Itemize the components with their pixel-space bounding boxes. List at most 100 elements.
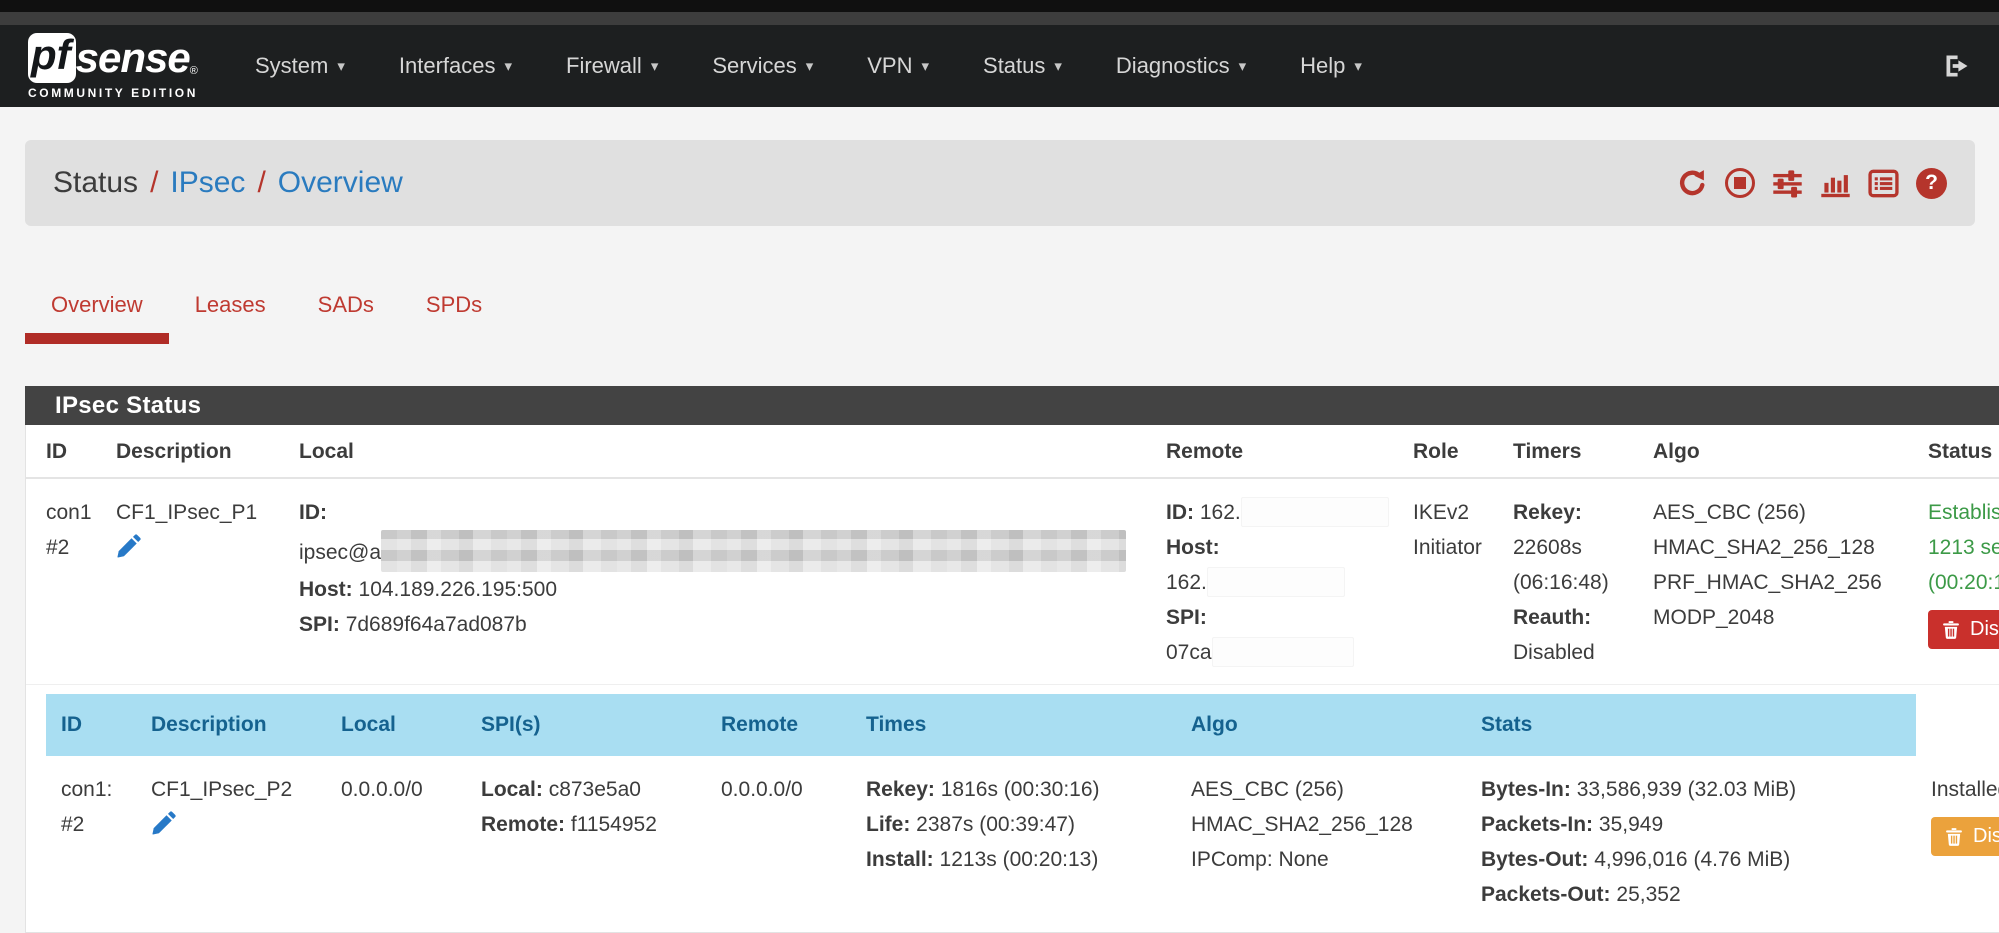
trash-icon: [1941, 619, 1961, 640]
nav-item-firewall[interactable]: Firewall ▾: [539, 53, 685, 79]
local-network: 0.0.0.0/0: [341, 772, 466, 807]
tab-overview[interactable]: Overview: [25, 278, 169, 344]
col-header-timers: Timers: [1493, 425, 1633, 478]
edit-pencil-icon[interactable]: [151, 811, 176, 847]
local-host-label: Host:: [299, 578, 353, 601]
bytes-out-label: Bytes-Out:: [1481, 848, 1588, 871]
sliders-icon[interactable]: [1772, 168, 1803, 199]
nav-item-help[interactable]: Help ▾: [1273, 53, 1389, 79]
ike-sa-table: ID Description Local Remote Role Timers …: [26, 425, 1999, 685]
ike-table-header-row: ID Description Local Remote Role Timers …: [26, 425, 1999, 478]
edit-pencil-icon[interactable]: [116, 534, 141, 570]
cell-local: ID: ipsec@a Host: 104.189.226.195:500 SP…: [279, 478, 1146, 685]
bytes-in-value: 33,586,939 (32.03 MiB): [1577, 778, 1796, 801]
col-header-times: Times: [851, 694, 1176, 756]
top-black-strip: [0, 0, 1999, 12]
nav-item-system[interactable]: System ▾: [228, 53, 372, 79]
logo-edition: COMMUNITY EDITION: [28, 86, 198, 100]
col-header-role: Role: [1393, 425, 1493, 478]
tab-sads[interactable]: SADs: [292, 278, 400, 344]
pfsense-logo[interactable]: pf sense ® COMMUNITY EDITION: [28, 33, 198, 100]
disconnect-label: Disconnect: [1973, 825, 1999, 848]
ike-sa-row: con1 #2 CF1_IPsec_P1 ID: ipsec@a Host: 1…: [26, 478, 1999, 685]
stop-icon[interactable]: [1725, 168, 1755, 198]
rekey-value: 1816s (00:30:16): [941, 778, 1100, 801]
cell-algo: AES_CBC (256) HMAC_SHA2_256_128 IPComp: …: [1176, 756, 1466, 928]
caret-down-icon: ▾: [1239, 57, 1247, 75]
cell-description: CF1_IPsec_P1: [96, 478, 279, 685]
algo-ipcomp: IPComp: None: [1191, 842, 1466, 877]
reauth-value: Disabled: [1513, 635, 1633, 670]
caret-down-icon: ▾: [651, 57, 659, 75]
cell-description: CF1_IPsec_P2: [136, 756, 326, 928]
algo-encryption: AES_CBC (256): [1653, 495, 1908, 530]
caret-down-icon: ▾: [504, 57, 512, 75]
install-label: Install:: [866, 848, 934, 871]
panel-title: IPsec Status: [25, 386, 1999, 425]
refresh-icon[interactable]: [1677, 168, 1708, 199]
nav-item-interfaces[interactable]: Interfaces ▾: [372, 53, 539, 79]
logo-pf: pf: [28, 33, 76, 83]
bytes-in-label: Bytes-In:: [1481, 778, 1571, 801]
sign-out-icon[interactable]: [1943, 52, 1971, 80]
local-id-value: ipsec@a: [299, 541, 381, 564]
rekey-value: 22608s: [1513, 530, 1633, 565]
logo-registered-mark: ®: [190, 65, 198, 77]
nav-item-status[interactable]: Status ▾: [956, 53, 1089, 79]
algo-encryption: AES_CBC (256): [1191, 772, 1466, 807]
description-text: CF1_IPsec_P1: [116, 495, 279, 530]
tab-leases[interactable]: Leases: [169, 278, 292, 344]
cell-stats: Bytes-In: 33,586,939 (32.03 MiB) Packets…: [1466, 756, 1916, 928]
remote-spi-label: SPI:: [1166, 606, 1207, 629]
col-header-spis: SPI(s): [466, 694, 706, 756]
tab-spds[interactable]: SPDs: [400, 278, 508, 344]
trash-icon: [1944, 826, 1964, 847]
status-established: Established: [1928, 495, 1999, 530]
nav-label: Status: [983, 53, 1045, 79]
help-icon[interactable]: ?: [1916, 168, 1947, 199]
local-spi-label: SPI:: [299, 613, 340, 636]
disconnect-button[interactable]: Disconnect: [1931, 817, 1999, 856]
logo-sense: sense: [76, 34, 190, 82]
cell-times: Rekey: 1816s (00:30:16) Life: 2387s (00:…: [851, 756, 1176, 928]
status-time: (00:20:13): [1928, 565, 1999, 600]
remote-host-label: Host:: [1166, 536, 1220, 559]
connection-number: #2: [46, 530, 96, 565]
cell-id: con1 #2: [26, 478, 96, 685]
algo-dh-group: MODP_2048: [1653, 600, 1908, 635]
remote-network: 0.0.0.0/0: [721, 772, 851, 807]
breadcrumb-separator: /: [138, 166, 170, 200]
breadcrumb-actions: ?: [1677, 168, 1947, 199]
nav-label: Firewall: [566, 53, 642, 79]
breadcrumb-link-ipsec[interactable]: IPsec: [170, 166, 245, 200]
spi-local-value: c873e5a0: [549, 778, 641, 801]
redacted-white-block: [1212, 637, 1354, 667]
packets-out-label: Packets-Out:: [1481, 883, 1611, 906]
caret-down-icon: ▾: [1054, 57, 1062, 75]
nav-item-diagnostics[interactable]: Diagnostics ▾: [1089, 53, 1273, 79]
nav-item-vpn[interactable]: VPN ▾: [840, 53, 956, 79]
bytes-out-value: 4,996,016 (4.76 MiB): [1594, 848, 1790, 871]
col-header-description: Description: [96, 425, 279, 478]
cell-id: con1: #2: [46, 756, 136, 928]
top-gray-strip: [0, 12, 1999, 25]
algo-integrity: HMAC_SHA2_256_128: [1653, 530, 1908, 565]
cell-timers: Rekey: 22608s (06:16:48) Reauth: Disable…: [1493, 478, 1633, 685]
connection-number: #2: [61, 807, 136, 842]
install-value: 1213s (00:20:13): [940, 848, 1099, 871]
life-value: 2387s (00:39:47): [916, 813, 1075, 836]
main-navbar: pf sense ® COMMUNITY EDITION System ▾ In…: [0, 25, 1999, 107]
rekey-label: Rekey:: [866, 778, 935, 801]
cell-role: IKEv2 Initiator: [1393, 478, 1493, 685]
bar-chart-icon[interactable]: [1820, 168, 1851, 199]
disconnect-button[interactable]: Disconnect: [1928, 610, 1999, 649]
remote-spi-value: 07ca: [1166, 641, 1212, 664]
breadcrumb-link-overview[interactable]: Overview: [278, 166, 403, 200]
remote-id-label: ID:: [1166, 501, 1194, 524]
col-header-id: ID: [46, 694, 136, 756]
navbar-menu: System ▾ Interfaces ▾ Firewall ▾ Service…: [228, 53, 1389, 79]
nav-item-services[interactable]: Services ▾: [685, 53, 840, 79]
child-sa-table: ID Description Local SPI(s) Remote Times…: [46, 694, 1999, 928]
packets-in-label: Packets-In:: [1481, 813, 1593, 836]
list-icon[interactable]: [1868, 168, 1899, 199]
